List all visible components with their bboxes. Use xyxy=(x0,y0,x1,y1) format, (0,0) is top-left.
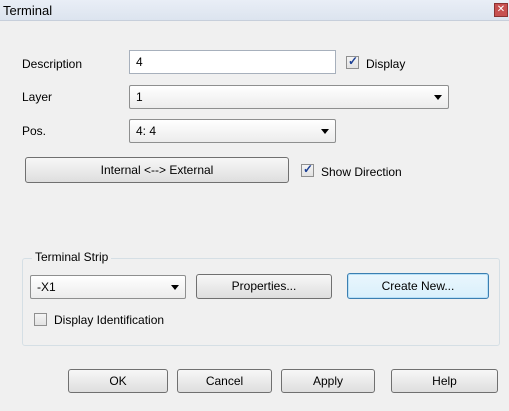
layer-value: 1 xyxy=(136,90,143,104)
chevron-down-icon xyxy=(321,129,329,134)
chevron-down-icon xyxy=(434,95,442,100)
help-button[interactable]: Help xyxy=(391,369,498,393)
display-identification-label: Display Identification xyxy=(54,313,165,327)
title-bar: Terminal ✕ xyxy=(0,0,509,21)
chevron-down-icon xyxy=(171,285,179,290)
create-new-button[interactable]: Create New... xyxy=(347,273,489,299)
description-value: 4 xyxy=(136,55,143,69)
display-identification-checkbox[interactable] xyxy=(34,313,47,326)
description-label: Description xyxy=(22,57,83,71)
internal-external-button[interactable]: Internal <--> External xyxy=(25,157,289,183)
apply-button[interactable]: Apply xyxy=(281,369,375,393)
show-direction-checkbox[interactable] xyxy=(301,162,314,177)
window-title: Terminal xyxy=(3,3,53,18)
terminal-strip-value: -X1 xyxy=(37,280,56,294)
layer-select[interactable]: 1 xyxy=(129,85,449,109)
ok-button[interactable]: OK xyxy=(68,369,168,393)
pos-select[interactable]: 4: 4 xyxy=(129,119,336,143)
close-icon[interactable]: ✕ xyxy=(494,3,508,17)
cancel-button[interactable]: Cancel xyxy=(177,369,272,393)
description-input[interactable]: 4 xyxy=(129,50,336,74)
pos-value: 4: 4 xyxy=(136,124,157,138)
terminal-strip-group xyxy=(22,258,500,346)
display-label: Display xyxy=(366,57,406,71)
pos-label: Pos. xyxy=(22,124,47,138)
properties-button[interactable]: Properties... xyxy=(196,274,332,299)
show-direction-label: Show Direction xyxy=(321,165,402,179)
terminal-strip-group-label: Terminal Strip xyxy=(32,250,112,264)
display-checkbox[interactable] xyxy=(346,54,359,69)
layer-label: Layer xyxy=(22,90,53,104)
terminal-strip-select[interactable]: -X1 xyxy=(30,275,186,299)
